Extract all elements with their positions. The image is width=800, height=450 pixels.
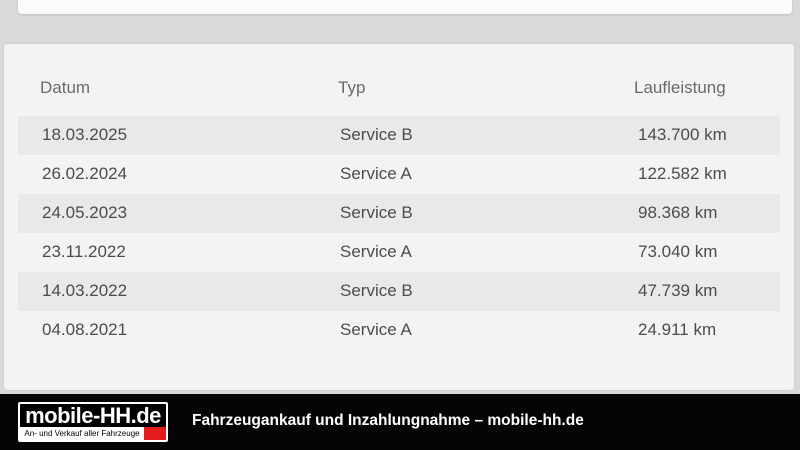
table-header: Datum Typ Laufleistung <box>4 44 794 116</box>
logo-red-accent <box>144 427 166 440</box>
cell-date: 14.03.2022 <box>42 281 128 300</box>
table-row: 04.08.2021 Service A 24.911 km <box>18 311 780 350</box>
cell-type: Service B <box>340 203 413 222</box>
cell-type: Service B <box>340 281 413 300</box>
cell-mileage: 98.368 km <box>638 203 718 222</box>
cell-date: 24.05.2023 <box>42 203 128 222</box>
cell-date: 23.11.2022 <box>42 242 126 261</box>
cell-mileage: 122.582 km <box>638 164 727 183</box>
cell-mileage: 24.911 km <box>638 320 717 339</box>
footer-slogan: Fahrzeugankauf und Inzahlungnahme – mobi… <box>192 412 584 429</box>
logo-subtext: An- und Verkauf aller Fahrzeuge <box>20 427 144 440</box>
service-history-table: Datum Typ Laufleistung 18.03.2025 Servic… <box>4 44 794 390</box>
table-row: 14.03.2022 Service B 47.739 km <box>18 272 780 311</box>
header-mileage: Laufleistung <box>634 78 726 97</box>
cell-type: Service A <box>340 242 412 261</box>
brand-logo: mobile-HH.de An- und Verkauf aller Fahrz… <box>18 402 168 442</box>
top-card-edge <box>18 0 792 14</box>
table-body: 18.03.2025 Service B 143.700 km 26.02.20… <box>18 116 780 350</box>
cell-date: 18.03.2025 <box>42 125 128 144</box>
cell-date: 04.08.2021 <box>42 320 128 339</box>
cell-mileage: 143.700 km <box>638 125 727 144</box>
cell-type: Service A <box>340 164 412 183</box>
footer-banner: mobile-HH.de An- und Verkauf aller Fahrz… <box>0 394 800 450</box>
header-type: Typ <box>338 78 366 97</box>
cell-type: Service B <box>340 125 413 144</box>
cell-type: Service A <box>340 320 412 339</box>
cell-mileage: 73.040 km <box>638 242 718 261</box>
cell-mileage: 47.739 km <box>638 281 718 300</box>
header-date: Datum <box>40 78 91 97</box>
table-row: 24.05.2023 Service B 98.368 km <box>18 194 780 233</box>
table-row: 23.11.2022 Service A 73.040 km <box>18 233 780 272</box>
table-row: 18.03.2025 Service B 143.700 km <box>18 116 780 155</box>
table-row: 26.02.2024 Service A 122.582 km <box>18 155 780 194</box>
cell-date: 26.02.2024 <box>42 164 128 183</box>
